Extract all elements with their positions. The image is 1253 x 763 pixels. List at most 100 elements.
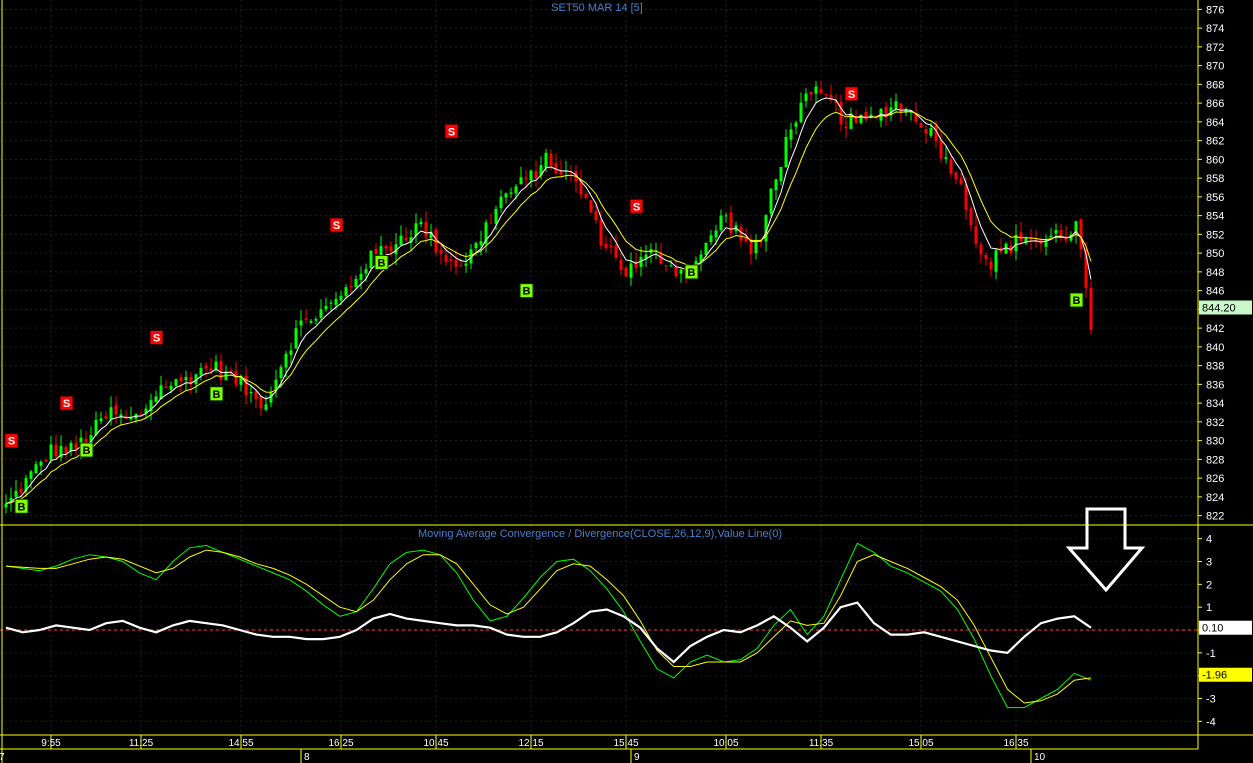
candle-body — [319, 309, 323, 318]
candle-body — [369, 250, 373, 269]
candle-body — [44, 460, 48, 462]
candle-body — [209, 368, 213, 371]
candle-body — [344, 287, 348, 297]
candle-body — [324, 305, 328, 310]
candle-body — [509, 192, 513, 194]
candle-body — [774, 179, 778, 191]
candle-body — [14, 490, 18, 497]
candle-body — [804, 93, 808, 101]
candle-body — [449, 259, 453, 262]
candle-body — [679, 269, 683, 274]
y-tick-label: 868 — [1206, 79, 1224, 91]
candle-body — [419, 221, 423, 225]
y-tick-label: -1 — [1206, 648, 1216, 660]
x-tick-label: 11:25 — [129, 738, 154, 749]
candle-body — [99, 418, 103, 422]
candle-body — [799, 102, 803, 123]
candle-body — [974, 226, 978, 245]
candle-body — [1089, 288, 1093, 331]
candle-body — [184, 377, 188, 381]
candle-body — [459, 264, 463, 266]
y-tick-label: 862 — [1206, 136, 1224, 148]
candle-body — [814, 86, 818, 94]
candle-body — [714, 230, 718, 238]
candle-body — [784, 136, 788, 168]
candle-body — [259, 396, 263, 409]
y-tick-label: -4 — [1206, 716, 1216, 728]
x-tick-label: 15:05 — [908, 738, 933, 749]
y-tick-label: 876 — [1206, 4, 1224, 16]
candle-body — [989, 261, 993, 270]
candle-body — [494, 208, 498, 224]
candle-body — [594, 211, 598, 221]
candle-body — [969, 208, 973, 226]
candle-body — [769, 188, 773, 214]
candle-body — [614, 245, 618, 258]
candle-body — [474, 242, 478, 249]
signal-label: S — [333, 220, 340, 232]
candle-body — [589, 200, 593, 213]
y-tick-label: 822 — [1206, 511, 1224, 523]
candle-body — [979, 244, 983, 255]
candle-body — [384, 246, 388, 249]
candle-body — [164, 386, 168, 388]
signal-label: S — [448, 126, 455, 138]
candle-body — [334, 298, 338, 305]
candle-body — [954, 172, 958, 180]
y-tick-label: 866 — [1206, 98, 1224, 110]
candle-body — [399, 235, 403, 245]
candle-body — [249, 391, 253, 393]
x-tick-label: 14:55 — [228, 738, 253, 749]
candle-body — [724, 215, 728, 217]
candle-body — [479, 241, 483, 246]
candle-body — [549, 153, 553, 166]
candle-body — [109, 407, 113, 420]
candle-body — [984, 254, 988, 259]
candle-body — [154, 396, 158, 403]
y-tick-label: 840 — [1206, 342, 1224, 354]
candle-body — [789, 129, 793, 140]
candle-body — [609, 245, 613, 248]
candle-body — [839, 101, 843, 125]
x-tick-label: 10:45 — [423, 738, 448, 749]
y-tick-label: 850 — [1206, 248, 1224, 260]
candle-body — [864, 111, 868, 120]
y-tick-label: 824 — [1206, 492, 1224, 504]
candle-body — [669, 265, 673, 267]
chart-canvas: SBSBSBSBSBSBSB 8228248268288308328348368… — [0, 0, 1253, 763]
day-label: 9 — [634, 752, 640, 763]
signal-label: B — [688, 267, 696, 279]
signal-label: B — [378, 258, 386, 270]
candle-body — [709, 235, 713, 243]
candle-body — [949, 159, 953, 174]
candle-body — [944, 157, 948, 159]
candle-body — [754, 240, 758, 254]
signal-label: B — [1073, 295, 1081, 307]
y-tick-label: 830 — [1206, 436, 1224, 448]
candle-body — [454, 259, 458, 267]
indicator-value-label: -1.96 — [1202, 670, 1227, 682]
candle-body — [354, 278, 358, 287]
y-tick-label: 836 — [1206, 379, 1224, 391]
day-label: 8 — [304, 752, 310, 763]
candle-body — [54, 444, 58, 457]
candle-body — [599, 219, 603, 246]
candle-body — [179, 377, 183, 382]
signal-label: S — [63, 398, 70, 410]
y-tick-label: 874 — [1206, 23, 1224, 35]
y-tick-label: 860 — [1206, 154, 1224, 166]
candle-body — [49, 444, 53, 460]
candle-body — [629, 263, 633, 278]
signal-label: B — [18, 501, 26, 513]
candle-body — [794, 122, 798, 127]
candle-body — [29, 471, 33, 479]
candle-body — [364, 269, 368, 274]
candle-body — [824, 94, 828, 96]
y-tick-label: 848 — [1206, 267, 1224, 279]
y-tick-label: 846 — [1206, 286, 1224, 298]
signal-label: S — [8, 436, 15, 448]
candle-body — [34, 464, 38, 474]
candle-body — [289, 350, 293, 355]
y-tick-label: 826 — [1206, 473, 1224, 485]
candle-body — [894, 101, 898, 109]
